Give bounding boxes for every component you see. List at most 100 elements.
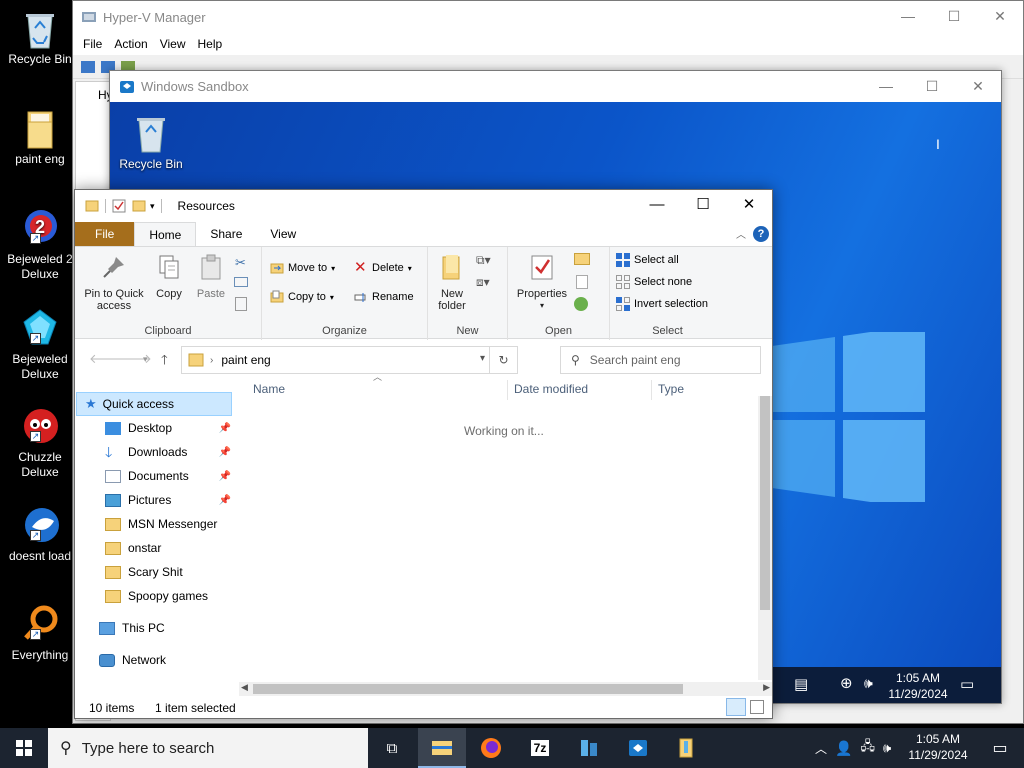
tab-file[interactable]: File xyxy=(75,222,135,246)
notification-icon[interactable]: ▭ xyxy=(960,675,974,693)
explorer-minimize-button[interactable]: — xyxy=(634,190,680,220)
cut-icon[interactable]: ✂ xyxy=(235,255,246,271)
nav-item-documents[interactable]: Documents 📌 xyxy=(75,464,235,488)
nav-item-desktop[interactable]: Desktop 📌 xyxy=(75,416,235,440)
taskbar-search[interactable]: ⚲ Type here to search xyxy=(48,728,368,768)
easy-access-icon[interactable]: ⧈▾ xyxy=(476,275,490,290)
taskbar-file-explorer[interactable] xyxy=(418,728,466,768)
nav-item-msn-messenger[interactable]: MSN Messenger xyxy=(75,512,235,536)
address-bar[interactable]: › paint eng ▾ ↻ xyxy=(181,346,518,374)
new-folder-button[interactable]: New folder xyxy=(432,253,472,312)
task-view-button[interactable]: ⧉ xyxy=(368,728,416,768)
desktop-icon-bejeweled-2[interactable]: 2 ↗ Bejeweled 2 Deluxe xyxy=(4,208,76,282)
tab-share[interactable]: Share xyxy=(196,222,256,246)
copy-path-icon[interactable] xyxy=(234,277,248,287)
vertical-scroll-thumb[interactable] xyxy=(760,396,770,610)
open-icon[interactable] xyxy=(574,253,590,265)
pin-to-quick-access-button[interactable]: Pin to Quick access xyxy=(81,253,147,312)
quick-access-dropdown-icon[interactable]: ▾ xyxy=(150,201,155,212)
taskbar-7zip[interactable]: 7z xyxy=(516,728,564,768)
start-button[interactable] xyxy=(0,728,48,768)
taskbar-clock[interactable]: 1:05 AM 11/29/2024 xyxy=(906,731,970,763)
desktop-icon-chuzzle[interactable]: ↗ Chuzzle Deluxe xyxy=(4,406,76,480)
sandbox-recycle-bin[interactable]: Recycle Bin xyxy=(118,112,184,171)
delete-button[interactable]: ✕ Delete ▾ xyxy=(354,260,412,275)
column-type[interactable]: Type xyxy=(658,378,684,400)
nav-item-pictures[interactable]: Pictures 📌 xyxy=(75,488,235,512)
breadcrumb-current[interactable]: paint eng xyxy=(221,353,270,367)
collapse-ribbon-icon[interactable]: ︿ xyxy=(736,226,746,241)
edit-icon[interactable] xyxy=(576,275,588,289)
menu-file[interactable]: File xyxy=(77,37,108,51)
large-icons-view-icon[interactable] xyxy=(750,700,764,714)
desktop-icon-recycle-bin[interactable]: Recycle Bin xyxy=(4,8,76,67)
menu-view[interactable]: View xyxy=(154,37,192,51)
copy-to-button[interactable]: Copy to ▾ xyxy=(270,290,334,304)
search-box[interactable]: ⚲ Search paint eng xyxy=(560,346,761,374)
menu-action[interactable]: Action xyxy=(108,37,153,51)
select-none-button[interactable]: Select none xyxy=(616,275,692,289)
sandbox-maximize-button[interactable]: ☐ xyxy=(909,71,955,101)
action-center-icon[interactable]: ▤ xyxy=(794,675,808,693)
back-arrow-icon[interactable] xyxy=(81,60,95,73)
desktop-icon-paint-eng[interactable]: paint eng xyxy=(4,108,76,167)
column-name[interactable]: Name xyxy=(253,378,285,400)
nav-item-downloads[interactable]: 🡓 Downloads 📌 xyxy=(75,440,235,464)
copy-button[interactable]: Copy xyxy=(151,253,187,300)
properties-quick-icon[interactable] xyxy=(112,199,126,213)
show-hidden-icons[interactable]: ︿ xyxy=(815,740,827,757)
sandbox-clock[interactable]: 1:05 AM 11/29/2024 xyxy=(888,670,948,702)
volume-icon[interactable]: 🕪 xyxy=(883,740,891,756)
sandbox-close-button[interactable]: ✕ xyxy=(955,71,1001,101)
network-globe-icon[interactable]: ⊕ xyxy=(840,674,853,692)
properties-button[interactable]: Properties ▾ xyxy=(514,253,570,312)
hyperv-title-bar[interactable]: Hyper-V Manager xyxy=(73,1,1023,33)
explorer-close-button[interactable]: ✕ xyxy=(726,190,772,220)
nav-item-scary-shit[interactable]: Scary Shit xyxy=(75,560,235,584)
recent-locations-icon[interactable]: ▾ xyxy=(143,354,148,365)
scroll-right-icon[interactable]: ▶ xyxy=(763,682,770,693)
nav-quick-access[interactable]: ★ Quick access xyxy=(76,392,232,416)
help-icon[interactable]: ? xyxy=(753,226,769,242)
select-all-button[interactable]: Select all xyxy=(616,253,679,267)
address-dropdown-icon[interactable]: ▾ xyxy=(480,353,485,364)
taskbar-hyperv[interactable] xyxy=(565,728,613,768)
taskbar-windows-sandbox[interactable] xyxy=(614,728,662,768)
invert-selection-button[interactable]: Invert selection xyxy=(616,297,708,311)
desktop-icon-bejeweled[interactable]: ↗ Bejeweled Deluxe xyxy=(4,308,76,382)
network-icon[interactable]: 🖧 xyxy=(860,737,875,759)
new-item-icon[interactable]: ⧉▾ xyxy=(476,253,491,268)
vertical-scrollbar[interactable] xyxy=(758,396,772,680)
rename-button[interactable]: Rename xyxy=(354,290,414,304)
new-folder-quick-icon[interactable] xyxy=(132,199,146,213)
move-to-button[interactable]: Move to ▾ xyxy=(270,261,335,275)
pin-icon[interactable]: 📌 xyxy=(219,447,231,458)
nav-this-pc[interactable]: This PC xyxy=(75,616,235,640)
explorer-maximize-button[interactable]: ☐ xyxy=(680,190,726,220)
scroll-left-icon[interactable]: ◀ xyxy=(241,682,248,693)
tab-view[interactable]: View xyxy=(256,222,310,246)
file-list[interactable]: ︿ Name Date modified Type Working on it.… xyxy=(239,372,772,682)
nav-item-spoopy-games[interactable]: Spoopy games xyxy=(75,584,235,608)
paste-shortcut-icon[interactable] xyxy=(235,297,247,311)
nav-item-onstar[interactable]: onstar xyxy=(75,536,235,560)
notifications-button[interactable]: ▭ xyxy=(976,728,1024,768)
column-date-modified[interactable]: Date modified xyxy=(514,378,588,400)
details-view-icon[interactable] xyxy=(726,698,746,716)
volume-icon[interactable]: 🕪 xyxy=(864,675,873,692)
history-icon[interactable] xyxy=(574,297,588,311)
taskbar-archive-app[interactable] xyxy=(662,728,710,768)
pin-icon[interactable]: 📌 xyxy=(219,495,231,506)
refresh-icon[interactable]: ↻ xyxy=(489,347,517,373)
desktop-icon-doesnt-load[interactable]: ↗ doesnt load xyxy=(4,505,76,564)
pin-icon[interactable]: 📌 xyxy=(219,423,231,434)
menu-help[interactable]: Help xyxy=(192,37,229,51)
sandbox-minimize-button[interactable]: — xyxy=(863,71,909,101)
horizontal-scroll-thumb[interactable] xyxy=(253,684,683,694)
paste-button[interactable]: Paste xyxy=(193,253,229,300)
maximize-button[interactable]: ☐ xyxy=(931,1,977,31)
nav-network[interactable]: Network xyxy=(75,648,235,672)
close-button[interactable]: ✕ xyxy=(977,1,1023,31)
minimize-button[interactable]: — xyxy=(885,1,931,31)
taskbar-firefox[interactable] xyxy=(467,728,515,768)
